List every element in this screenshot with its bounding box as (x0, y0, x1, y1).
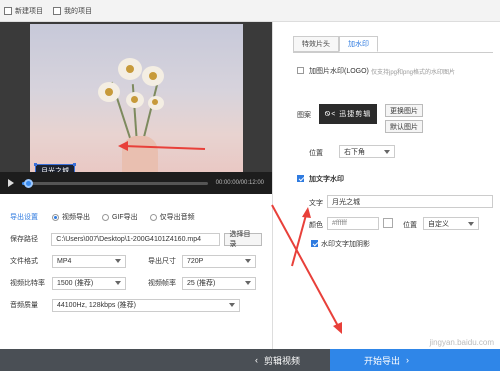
chevron-down-icon (115, 259, 121, 263)
site-watermark: jingyan.baidu.com (429, 338, 494, 347)
framerate-label: 视频帧率 (148, 280, 176, 287)
choose-directory-button[interactable]: 选择目录 (224, 231, 262, 248)
format-select[interactable]: MP4 (52, 254, 126, 268)
chevron-left-icon: ‹ (254, 355, 258, 365)
top-toolbar: 新建项目 我的项目 (0, 0, 500, 22)
bottom-bar: ‹ 剪辑视频 开始导出 › (0, 349, 500, 371)
chevron-down-icon (468, 221, 474, 226)
image-position-select[interactable]: 右下角 (339, 145, 395, 158)
image-watermark-hint: 仅支持jpg和png格式的水印图片 (371, 70, 456, 76)
tab-add-watermark[interactable]: 加水印 (339, 36, 378, 52)
new-project-label: 新建项目 (15, 7, 43, 15)
image-position-label: 位置 (309, 150, 323, 157)
my-projects-label: 我的项目 (64, 7, 92, 15)
radio-video-export[interactable]: 视频导出 (52, 212, 90, 222)
chevron-down-icon (384, 149, 390, 154)
watermark-text-input[interactable]: 月光之城 (327, 195, 493, 208)
player-controls: 00:00:00/00:12:00 (0, 172, 272, 194)
audio-select[interactable]: 44100Hz, 128kbps (推荐) (52, 298, 240, 312)
save-path-input[interactable]: C:\Users\007\Desktop\1-200G4101Z4160.mp4 (51, 232, 221, 246)
bitrate-label: 视频比特率 (10, 280, 45, 287)
video-preview: 月光之城 (0, 22, 272, 178)
logo-preview: Ꮻ< 迅捷剪辑 (319, 104, 377, 124)
size-select[interactable]: 720P (182, 254, 256, 268)
right-panel: 特效片头 加水印 加图片水印(LOGO) 仅支持jpg和png格式的水印图片 图… (272, 22, 500, 349)
export-settings-label: 导出设置 (10, 214, 38, 221)
play-icon[interactable] (8, 179, 14, 187)
chevron-down-icon (115, 281, 121, 285)
color-input[interactable]: #ffffff (327, 217, 379, 230)
change-image-button[interactable]: 更换图片 (385, 104, 423, 117)
chevron-down-icon (229, 303, 235, 307)
text-position-label: 位置 (403, 222, 417, 229)
chevron-right-icon: › (406, 355, 410, 365)
text-label: 文字 (309, 200, 323, 207)
edit-video-label: 剪辑视频 (263, 355, 300, 366)
text-watermark-checkbox[interactable] (297, 175, 304, 182)
folder-icon (53, 6, 61, 15)
hand-shape (122, 136, 158, 172)
left-panel: 月光之城 00:00:00/00:12:00 导出设置 视频导出 GIF导出 仅… (0, 22, 272, 349)
my-projects-button[interactable]: 我的项目 (53, 6, 92, 16)
start-export-label: 开始导出 (364, 355, 401, 366)
pattern-label: 图案 (297, 112, 311, 119)
export-settings: 导出设置 视频导出 GIF导出 仅导出音频 保存路径 C:\Users\007\… (0, 206, 272, 316)
radio-audio-export[interactable]: 仅导出音频 (149, 212, 195, 222)
audio-label: 音频质量 (10, 302, 38, 309)
progress-bar[interactable] (22, 178, 208, 188)
shadow-label: 水印文字加阴影 (321, 241, 370, 248)
new-project-button[interactable]: 新建项目 (4, 6, 43, 16)
color-label: 颜色 (309, 222, 323, 229)
color-swatch[interactable] (383, 218, 393, 228)
start-export-button[interactable]: 开始导出 › (330, 349, 500, 371)
chevron-down-icon (245, 259, 251, 263)
text-position-select[interactable]: 自定义 (423, 217, 479, 230)
chevron-down-icon (245, 281, 251, 285)
image-watermark-label: 加图片水印(LOGO) (309, 68, 369, 75)
progress-handle[interactable] (23, 178, 33, 188)
tab-bar: 特效片头 加水印 (293, 36, 378, 52)
path-label: 保存路径 (10, 236, 38, 243)
edit-video-button[interactable]: ‹ 剪辑视频 (0, 349, 330, 371)
time-display: 00:00:00/00:12:00 (215, 180, 264, 186)
size-label: 导出尺寸 (148, 258, 176, 265)
text-watermark-label: 加文字水印 (309, 176, 344, 183)
new-project-icon (4, 6, 12, 15)
image-watermark-checkbox[interactable] (297, 67, 304, 74)
framerate-select[interactable]: 25 (推荐) (182, 276, 256, 290)
video-frame (30, 24, 243, 172)
shadow-checkbox[interactable] (311, 240, 318, 247)
default-image-button[interactable]: 默认图片 (385, 120, 423, 133)
bitrate-select[interactable]: 1500 (推荐) (52, 276, 126, 290)
format-label: 文件格式 (10, 258, 38, 265)
tab-intro-effects[interactable]: 特效片头 (293, 36, 339, 52)
radio-gif-export[interactable]: GIF导出 (102, 212, 138, 222)
